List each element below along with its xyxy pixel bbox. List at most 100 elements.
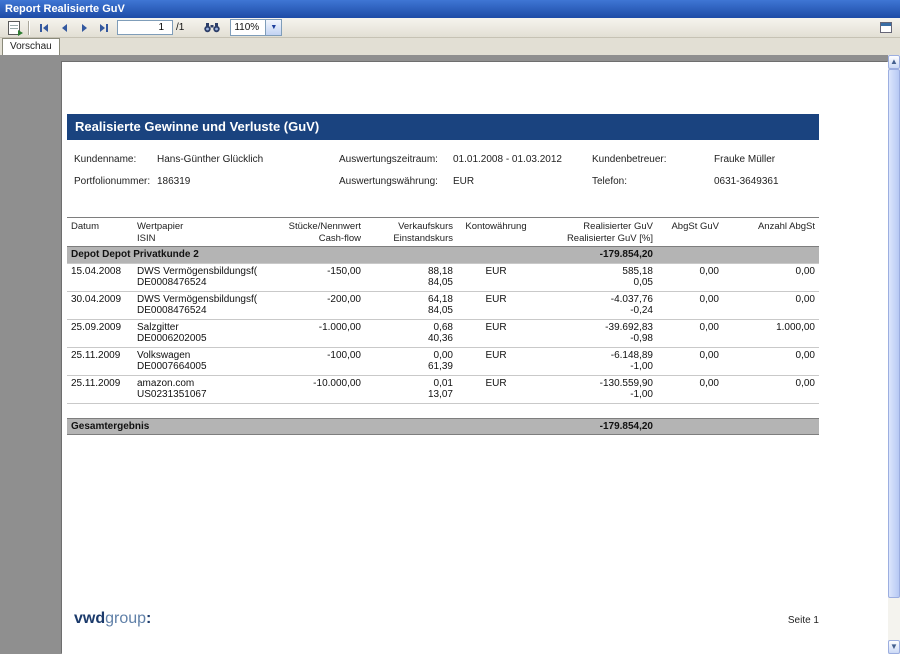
col-header-wertpapier: WertpapierISIN <box>133 218 281 247</box>
cell-kontowaehrung: EUR <box>461 378 531 390</box>
table-row: 15.04.2008 DWS Vermögensbildungsf( DE000… <box>67 263 819 291</box>
toolbar-separator <box>28 21 30 35</box>
last-page-button[interactable] <box>94 18 114 38</box>
cell-einstandskurs: 84,05 <box>369 277 453 289</box>
cell-wertpapier: Salzgitter <box>137 322 277 334</box>
window-titlebar: Report Realisierte GuV <box>0 0 900 18</box>
cell-guv-pct: 0,05 <box>539 277 653 289</box>
cell-datum: 15.04.2008 <box>71 266 129 278</box>
total-value: -179.854,20 <box>535 418 657 435</box>
cell-wertpapier: Volkswagen <box>137 350 277 362</box>
scrollbar-track[interactable] <box>888 69 900 640</box>
table-row: 25.11.2009 Volkswagen DE0007664005 -100,… <box>67 347 819 375</box>
meta-label: Portfolionummer: <box>74 175 157 188</box>
zoom-dropdown-button[interactable]: ▼ <box>265 20 281 35</box>
cell-einstandskurs: 13,07 <box>369 389 453 401</box>
viewer-content: Realisierte Gewinne und Verluste (GuV) K… <box>0 55 900 654</box>
table-row: 30.04.2009 DWS Vermögensbildungsf( DE000… <box>67 291 819 319</box>
binoculars-search-icon <box>204 22 220 33</box>
scrollbar-thumb[interactable] <box>888 69 900 598</box>
search-button[interactable] <box>202 18 222 38</box>
meta-value: 0631-3649361 <box>714 175 819 188</box>
cell-guv-pct: -0,24 <box>539 305 653 317</box>
export-button[interactable] <box>4 18 24 38</box>
cell-verkaufskurs: 0,68 <box>369 322 453 334</box>
cell-abgst-guv: 0,00 <box>661 378 719 390</box>
cell-guv: -4.037,76 <box>539 294 653 306</box>
cell-verkaufskurs: 64,18 <box>369 294 453 306</box>
export-icon <box>8 21 20 35</box>
cell-kontowaehrung: EUR <box>461 266 531 278</box>
total-label: Gesamtergebnis <box>67 418 535 435</box>
cell-anzahl-abgst: 1.000,00 <box>727 322 815 334</box>
logo-colon: : <box>146 610 151 627</box>
col-header-datum: Datum <box>67 218 133 247</box>
external-window-icon <box>880 22 892 33</box>
report-meta: Kundenname: Hans-Günther Glücklich Auswe… <box>67 153 819 188</box>
cell-guv: -39.692,83 <box>539 322 653 334</box>
cell-kontowaehrung: EUR <box>461 322 531 334</box>
scroll-up-button[interactable]: ▲ <box>888 55 900 69</box>
zoom-select[interactable]: 110% ▼ <box>230 19 282 36</box>
tab-label: Vorschau <box>10 41 52 52</box>
next-page-button[interactable] <box>74 18 94 38</box>
report-page: Realisierte Gewinne und Verluste (GuV) K… <box>62 62 888 654</box>
cell-anzahl-abgst: 0,00 <box>727 266 815 278</box>
external-window-button[interactable] <box>876 18 896 38</box>
down-arrow-icon: ▼ <box>890 642 898 651</box>
meta-label: Auswertungszeitraum: <box>339 153 453 166</box>
zoom-value: 110% <box>231 20 265 35</box>
meta-value: Hans-Günther Glücklich <box>157 153 339 166</box>
cell-verkaufskurs: 0,01 <box>369 378 453 390</box>
cell-datum: 25.11.2009 <box>71 378 129 390</box>
report-body: Realisierte Gewinne und Verluste (GuV) K… <box>67 114 819 435</box>
cell-kontowaehrung: EUR <box>461 294 531 306</box>
toolbar: /1 110% ▼ <box>0 18 900 38</box>
tab-vorschau[interactable]: Vorschau <box>2 38 60 55</box>
cell-guv-pct: -1,00 <box>539 389 653 401</box>
prev-page-button[interactable] <box>54 18 74 38</box>
cell-isin: US0231351067 <box>137 389 277 401</box>
cell-abgst-guv: 0,00 <box>661 294 719 306</box>
last-page-icon <box>100 24 105 32</box>
cell-datum: 25.11.2009 <box>71 350 129 362</box>
cell-verkaufskurs: 88,18 <box>369 266 453 278</box>
group-label: Depot Depot Privatkunde 2 <box>67 247 535 264</box>
meta-value: EUR <box>453 175 592 188</box>
cell-einstandskurs: 40,36 <box>369 333 453 345</box>
table-row: 25.09.2009 Salzgitter DE0006202005 -1.00… <box>67 319 819 347</box>
cell-guv: -6.148,89 <box>539 350 653 362</box>
cell-stuecke: -10.000,00 <box>285 378 361 390</box>
report-footer: vwdgroup: Seite 1 <box>67 610 819 628</box>
cell-anzahl-abgst: 0,00 <box>727 294 815 306</box>
cell-verkaufskurs: 0,00 <box>369 350 453 362</box>
guv-table: Datum WertpapierISIN Stücke/NennwertCash… <box>67 217 819 435</box>
cell-isin: DE0008476524 <box>137 305 277 317</box>
previous-page-icon <box>62 24 67 32</box>
tab-strip: Vorschau <box>0 38 900 55</box>
col-header-anzahl-abgst: Anzahl AbgSt <box>723 218 819 247</box>
cell-stuecke: -1.000,00 <box>285 322 361 334</box>
meta-label: Auswertungswährung: <box>339 175 453 188</box>
cell-einstandskurs: 84,05 <box>369 305 453 317</box>
col-header-stuecke: Stücke/NennwertCash-flow <box>281 218 365 247</box>
cell-wertpapier: DWS Vermögensbildungsf( <box>137 266 277 278</box>
vertical-scrollbar[interactable]: ▲ ▼ <box>888 55 900 654</box>
col-header-abgst-guv: AbgSt GuV <box>657 218 723 247</box>
cell-guv-pct: -1,00 <box>539 361 653 373</box>
cell-anzahl-abgst: 0,00 <box>727 378 815 390</box>
page-number-input[interactable] <box>117 20 173 35</box>
cell-wertpapier: DWS Vermögensbildungsf( <box>137 294 277 306</box>
up-arrow-icon: ▲ <box>890 57 898 66</box>
report-title-bar: Realisierte Gewinne und Verluste (GuV) <box>67 114 819 140</box>
first-page-button[interactable] <box>34 18 54 38</box>
meta-label: Kundenbetreuer: <box>592 153 714 166</box>
group-row: Depot Depot Privatkunde 2 -179.854,20 <box>67 247 819 264</box>
cell-isin: DE0006202005 <box>137 333 277 345</box>
cell-stuecke: -200,00 <box>285 294 361 306</box>
cell-isin: DE0008476524 <box>137 277 277 289</box>
vwd-group-logo: vwdgroup: <box>74 610 151 628</box>
scroll-down-button[interactable]: ▼ <box>888 640 900 654</box>
col-header-kontowaehrung: Kontowährung <box>457 218 535 247</box>
cell-isin: DE0007664005 <box>137 361 277 373</box>
